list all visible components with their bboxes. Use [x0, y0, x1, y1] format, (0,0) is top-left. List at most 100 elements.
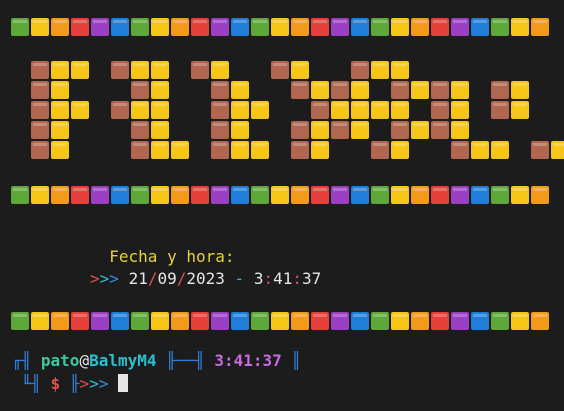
banner-block [51, 61, 69, 79]
banner-block [151, 121, 169, 139]
datetime-line: >>> 21/09/2023 - 3:41:37 [90, 269, 321, 289]
banner-block [291, 61, 309, 79]
banner-block [531, 141, 549, 159]
banner-block [211, 81, 229, 99]
arrow-prefix: >>> [90, 269, 119, 288]
banner-block [351, 121, 369, 139]
banner-block [311, 81, 329, 99]
banner-block [131, 101, 149, 119]
banner-block [351, 101, 369, 119]
heading-label: Fecha y hora: [90, 227, 235, 267]
banner-block [431, 101, 449, 119]
banner-block [371, 141, 389, 159]
banner-block [471, 141, 489, 159]
banner-block [491, 81, 509, 99]
arrow-2: > [99, 269, 110, 288]
banner-block [311, 121, 329, 139]
banner-block [51, 141, 69, 159]
banner-block [151, 61, 169, 79]
banner-block [311, 101, 329, 119]
prompt-symbol: $ [50, 374, 61, 393]
text-cursor[interactable] [118, 374, 128, 392]
banner-block [31, 101, 49, 119]
banner-block [251, 101, 269, 119]
banner-block [451, 81, 469, 99]
banner-block [391, 81, 409, 99]
banner-block [231, 141, 249, 159]
banner-block [231, 121, 249, 139]
banner-block [391, 101, 409, 119]
banner-block [371, 101, 389, 119]
banner-block [511, 81, 529, 99]
banner-block [131, 81, 149, 99]
prompt-frame-bottom-left: ╙╢ [12, 374, 51, 393]
shell-prompt-line-2: ╙╢ $ ╟>>> [12, 374, 128, 394]
banner-block [391, 61, 409, 79]
banner-block [71, 61, 89, 79]
banner-block [351, 81, 369, 99]
banner-block [271, 61, 289, 79]
banner-block [51, 101, 69, 119]
banner-block [211, 141, 229, 159]
banner-block [151, 81, 169, 99]
banner-block [491, 101, 509, 119]
prompt-user: pato [40, 351, 80, 370]
banner-block [371, 61, 389, 79]
banner-block [111, 61, 129, 79]
banner-block [71, 101, 89, 119]
prompt-frame-end: ║ [281, 351, 302, 370]
banner-block [411, 81, 429, 99]
banner-block [331, 101, 349, 119]
banner-block [231, 101, 249, 119]
date-year: 2023 [186, 269, 225, 288]
banner-block [431, 81, 449, 99]
prompt-at: @ [79, 351, 90, 370]
banner-block [191, 61, 209, 79]
banner-block [151, 141, 169, 159]
prompt-frame-top-left: ╓╢ [12, 351, 41, 370]
banner-block [151, 101, 169, 119]
banner-block [331, 121, 349, 139]
banner-block [131, 141, 149, 159]
ascii-banner-fecha [31, 61, 564, 159]
banner-block [211, 61, 229, 79]
date-day: 21 [128, 269, 148, 288]
heading-text: Fecha y hora: [109, 247, 235, 266]
date-time-dash: - [234, 269, 245, 288]
banner-block [51, 81, 69, 99]
banner-block [231, 81, 249, 99]
time-second: 37 [302, 269, 322, 288]
banner-block [31, 121, 49, 139]
banner-block [211, 101, 229, 119]
banner-block [171, 141, 189, 159]
shell-prompt-line-1: ╓╢ pato@BalmyM4 ╟──╢ 3:41:37 ║ [12, 351, 301, 371]
prompt-frame-connector: ╟──╢ [156, 351, 215, 370]
banner-block [331, 81, 349, 99]
banner-block [311, 141, 329, 159]
banner-block [451, 141, 469, 159]
banner-block [31, 61, 49, 79]
banner-block [291, 121, 309, 139]
banner-block [31, 141, 49, 159]
time-colon-2: : [292, 269, 303, 288]
arrow-1: > [90, 269, 100, 288]
banner-block [411, 121, 429, 139]
banner-block [211, 121, 229, 139]
prompt-time: 3:41:37 [214, 351, 282, 370]
banner-block [251, 141, 269, 159]
date-month: 09 [157, 269, 177, 288]
prompt-arrows: >>> [79, 374, 108, 393]
banner-block [391, 141, 409, 159]
banner-block [131, 121, 149, 139]
banner-block [451, 121, 469, 139]
banner-block [291, 141, 309, 159]
date-sep-2: / [176, 269, 187, 288]
prompt-arrow-2: > [89, 374, 99, 393]
banner-block [491, 141, 509, 159]
banner-block [131, 61, 149, 79]
prompt-frame-arrow: ╟ [60, 374, 80, 393]
prompt-arrow-1: > [79, 374, 90, 393]
prompt-host: BalmyM4 [89, 351, 157, 370]
banner-block [511, 101, 529, 119]
time-minute: 41 [273, 269, 293, 288]
